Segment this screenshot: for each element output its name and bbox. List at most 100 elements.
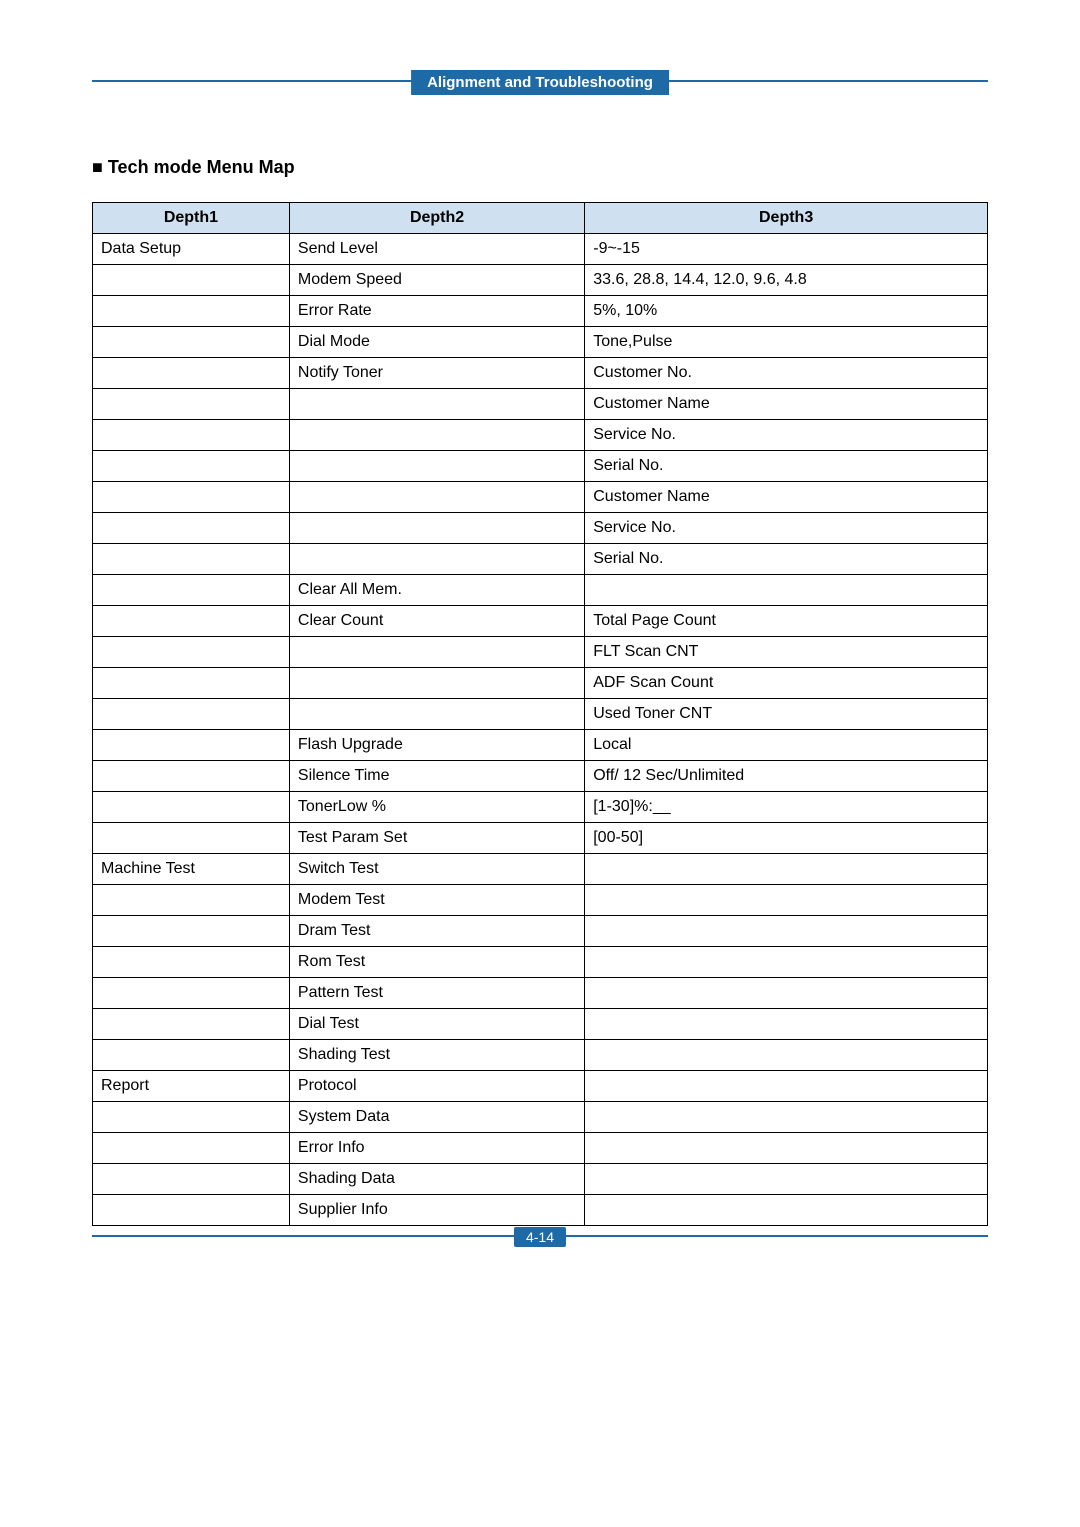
col-depth2: Depth2: [289, 203, 584, 234]
cell-depth1: [93, 1133, 290, 1164]
cell-depth1: [93, 730, 290, 761]
cell-depth1: [93, 482, 290, 513]
col-depth3: Depth3: [585, 203, 988, 234]
cell-depth3: Total Page Count: [585, 606, 988, 637]
cell-depth3: [585, 885, 988, 916]
cell-depth2: Shading Test: [289, 1040, 584, 1071]
cell-depth3: [585, 978, 988, 1009]
cell-depth1: Report: [93, 1071, 290, 1102]
cell-depth1: [93, 1164, 290, 1195]
cell-depth3: [585, 947, 988, 978]
cell-depth2: Send Level: [289, 234, 584, 265]
cell-depth3: [585, 575, 988, 606]
table-row: Serial No.: [93, 544, 988, 575]
table-row: ReportProtocol: [93, 1071, 988, 1102]
table-row: Customer Name: [93, 389, 988, 420]
cell-depth1: [93, 885, 290, 916]
cell-depth2: Dial Mode: [289, 327, 584, 358]
table-row: Data SetupSend Level-9~-15: [93, 234, 988, 265]
cell-depth1: Data Setup: [93, 234, 290, 265]
cell-depth2: [289, 482, 584, 513]
cell-depth3: [585, 1071, 988, 1102]
cell-depth1: [93, 916, 290, 947]
table-row: Error Info: [93, 1133, 988, 1164]
cell-depth3: 33.6, 28.8, 14.4, 12.0, 9.6, 4.8: [585, 265, 988, 296]
cell-depth1: [93, 389, 290, 420]
table-row: Rom Test: [93, 947, 988, 978]
cell-depth1: [93, 265, 290, 296]
cell-depth1: [93, 1009, 290, 1040]
cell-depth3: Tone,Pulse: [585, 327, 988, 358]
col-depth1: Depth1: [93, 203, 290, 234]
cell-depth1: [93, 947, 290, 978]
cell-depth1: [93, 544, 290, 575]
cell-depth3: ADF Scan Count: [585, 668, 988, 699]
cell-depth1: [93, 792, 290, 823]
cell-depth2: Error Rate: [289, 296, 584, 327]
table-row: Test Param Set[00-50]: [93, 823, 988, 854]
cell-depth2: Rom Test: [289, 947, 584, 978]
cell-depth1: [93, 668, 290, 699]
cell-depth2: [289, 389, 584, 420]
table-row: Clear All Mem.: [93, 575, 988, 606]
cell-depth3: [585, 916, 988, 947]
cell-depth1: [93, 606, 290, 637]
table-row: Dram Test: [93, 916, 988, 947]
table-row: Dial Test: [93, 1009, 988, 1040]
cell-depth1: [93, 420, 290, 451]
cell-depth3: Off/ 12 Sec/Unlimited: [585, 761, 988, 792]
cell-depth3: Customer Name: [585, 482, 988, 513]
table-row: Pattern Test: [93, 978, 988, 1009]
cell-depth2: Shading Data: [289, 1164, 584, 1195]
table-row: TonerLow %[1-30]%:__: [93, 792, 988, 823]
cell-depth1: [93, 451, 290, 482]
table-row: Modem Test: [93, 885, 988, 916]
cell-depth1: [93, 358, 290, 389]
cell-depth3: [585, 1133, 988, 1164]
cell-depth3: [585, 1102, 988, 1133]
cell-depth2: Dram Test: [289, 916, 584, 947]
cell-depth2: Supplier Info: [289, 1195, 584, 1226]
cell-depth1: [93, 637, 290, 668]
page-number: 4-14: [514, 1227, 566, 1247]
cell-depth2: [289, 544, 584, 575]
table-row: Machine TestSwitch Test: [93, 854, 988, 885]
cell-depth2: [289, 637, 584, 668]
cell-depth3: Customer Name: [585, 389, 988, 420]
table-row: Service No.: [93, 420, 988, 451]
cell-depth2: Flash Upgrade: [289, 730, 584, 761]
cell-depth1: [93, 699, 290, 730]
cell-depth2: Dial Test: [289, 1009, 584, 1040]
table-row: Clear CountTotal Page Count: [93, 606, 988, 637]
cell-depth3: [585, 1164, 988, 1195]
cell-depth3: [585, 1195, 988, 1226]
table-row: System Data: [93, 1102, 988, 1133]
section-title-text: Tech mode Menu Map: [108, 157, 295, 177]
cell-depth2: [289, 451, 584, 482]
table-header-row: Depth1 Depth2 Depth3: [93, 203, 988, 234]
cell-depth2: Error Info: [289, 1133, 584, 1164]
cell-depth1: [93, 575, 290, 606]
menu-map-table: Depth1 Depth2 Depth3 Data SetupSend Leve…: [92, 202, 988, 1226]
cell-depth3: [585, 1009, 988, 1040]
cell-depth1: [93, 1040, 290, 1071]
cell-depth3: Service No.: [585, 513, 988, 544]
cell-depth3: Serial No.: [585, 544, 988, 575]
cell-depth2: [289, 699, 584, 730]
cell-depth2: Clear Count: [289, 606, 584, 637]
cell-depth3: Serial No.: [585, 451, 988, 482]
cell-depth2: [289, 513, 584, 544]
section-title: ■ Tech mode Menu Map: [92, 157, 988, 178]
cell-depth2: [289, 668, 584, 699]
cell-depth2: [289, 420, 584, 451]
cell-depth1: [93, 1102, 290, 1133]
cell-depth1: [93, 823, 290, 854]
table-row: Supplier Info: [93, 1195, 988, 1226]
header-section-tag: Alignment and Troubleshooting: [411, 70, 669, 95]
cell-depth3: [585, 1040, 988, 1071]
cell-depth1: Machine Test: [93, 854, 290, 885]
cell-depth3: 5%, 10%: [585, 296, 988, 327]
cell-depth2: Clear All Mem.: [289, 575, 584, 606]
cell-depth3: Service No.: [585, 420, 988, 451]
cell-depth3: -9~-15: [585, 234, 988, 265]
